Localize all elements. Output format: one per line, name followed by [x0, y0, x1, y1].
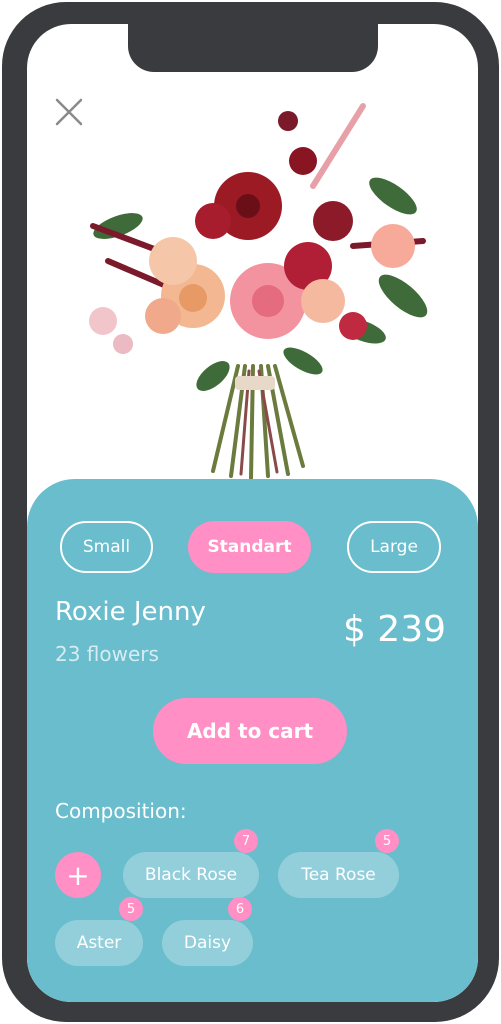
size-standard-button[interactable]: Standart — [188, 521, 311, 573]
composition-chip-black-rose[interactable]: Black Rose — [123, 852, 259, 898]
product-name: Roxie Jenny — [55, 597, 206, 627]
composition-title: Composition: — [55, 799, 187, 823]
chip-label: Aster — [76, 933, 122, 953]
product-details-panel: Small Standart Large Roxie Jenny 23 flow… — [27, 479, 478, 1002]
notch — [128, 24, 378, 72]
count-badge: 7 — [234, 829, 258, 853]
size-small-button[interactable]: Small — [60, 521, 153, 573]
chip-label: Tea Rose — [301, 865, 376, 885]
count-badge: 5 — [119, 897, 143, 921]
screen: Small Standart Large Roxie Jenny 23 flow… — [27, 24, 478, 1002]
chip-label: Daisy — [183, 933, 232, 953]
bouquet-image — [89, 103, 428, 480]
add-to-cart-button[interactable]: Add to cart — [153, 698, 347, 764]
chip-label: Black Rose — [144, 865, 238, 885]
add-composition-button[interactable]: + — [55, 852, 101, 898]
flower-count: 23 flowers — [55, 642, 159, 666]
composition-chip-aster[interactable]: Aster — [55, 920, 143, 966]
count-badge: 5 — [375, 829, 399, 853]
count-badge: 6 — [228, 897, 252, 921]
product-price: $ 239 — [342, 609, 446, 650]
size-large-button[interactable]: Large — [347, 521, 441, 573]
composition-chip-tea-rose[interactable]: Tea Rose — [278, 852, 399, 898]
phone-frame: Small Standart Large Roxie Jenny 23 flow… — [2, 2, 499, 1022]
plus-icon: + — [66, 858, 90, 892]
composition-chip-daisy[interactable]: Daisy — [162, 920, 253, 966]
